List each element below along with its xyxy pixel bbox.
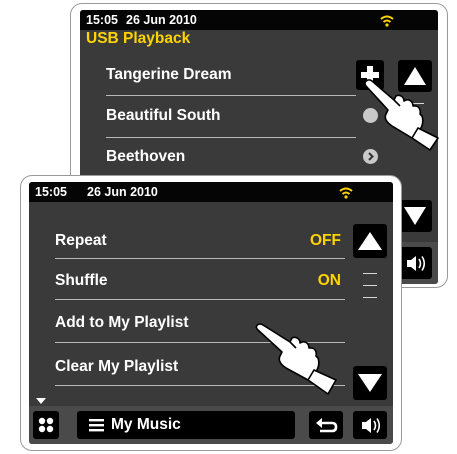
status-bar: 15:05 26 Jun 2010: [29, 182, 393, 202]
row-divider: [106, 137, 356, 138]
list-item-beethoven[interactable]: Beethoven: [106, 148, 185, 166]
scroll-indicator: [363, 297, 377, 298]
list-item-beautiful-south[interactable]: Beautiful South: [106, 107, 221, 125]
bottom-bar: My Music: [29, 406, 393, 444]
back-button[interactable]: [309, 411, 343, 439]
pointing-hand-icon: [255, 323, 337, 395]
status-bar: 15:05 26 Jun 2010: [80, 10, 438, 30]
repeat-value: OFF: [310, 232, 341, 249]
menu-item-clear-my-playlist[interactable]: Clear My Playlist: [55, 358, 178, 376]
status-time: 15:05: [35, 185, 67, 199]
scroll-indicator: [363, 273, 377, 274]
volume-button[interactable]: [398, 247, 432, 279]
row-divider: [55, 299, 345, 300]
shuffle-value: ON: [317, 272, 341, 289]
menu-item-add-to-my-playlist[interactable]: Add to My Playlist: [55, 314, 189, 332]
list-item-tangerine-dream[interactable]: Tangerine Dream: [106, 66, 231, 84]
scroll-indicator: [363, 285, 377, 286]
wifi-icon: [380, 15, 394, 27]
menu-item-repeat[interactable]: Repeat: [55, 232, 107, 250]
scroll-down-button[interactable]: [398, 200, 432, 232]
wifi-icon: [339, 187, 353, 199]
down-arrow-icon: [358, 374, 382, 392]
pointing-hand-icon: [364, 79, 439, 151]
menu-label: My Music: [111, 416, 181, 433]
status-date: 26 Jun 2010: [87, 185, 158, 199]
scroll-up-button[interactable]: [353, 224, 387, 258]
row-divider: [106, 95, 356, 96]
back-icon: [316, 418, 338, 433]
scroll-down-button[interactable]: [353, 366, 387, 400]
more-indicator-icon: [36, 398, 46, 404]
menu-item-shuffle[interactable]: Shuffle: [55, 272, 108, 290]
up-arrow-icon: [358, 232, 382, 250]
row-divider: [55, 258, 345, 259]
screen-title: USB Playback: [86, 30, 191, 47]
home-grid-icon: [38, 417, 54, 433]
my-music-menu-button[interactable]: My Music: [77, 411, 295, 439]
down-arrow-icon: [404, 207, 426, 225]
volume-button[interactable]: [353, 411, 387, 439]
home-button[interactable]: [33, 411, 59, 439]
status-date: 26 Jun 2010: [126, 13, 197, 27]
volume-icon: [407, 256, 426, 271]
status-time: 15:05: [86, 13, 118, 27]
volume-icon: [362, 418, 381, 433]
hamburger-icon: [89, 419, 104, 432]
